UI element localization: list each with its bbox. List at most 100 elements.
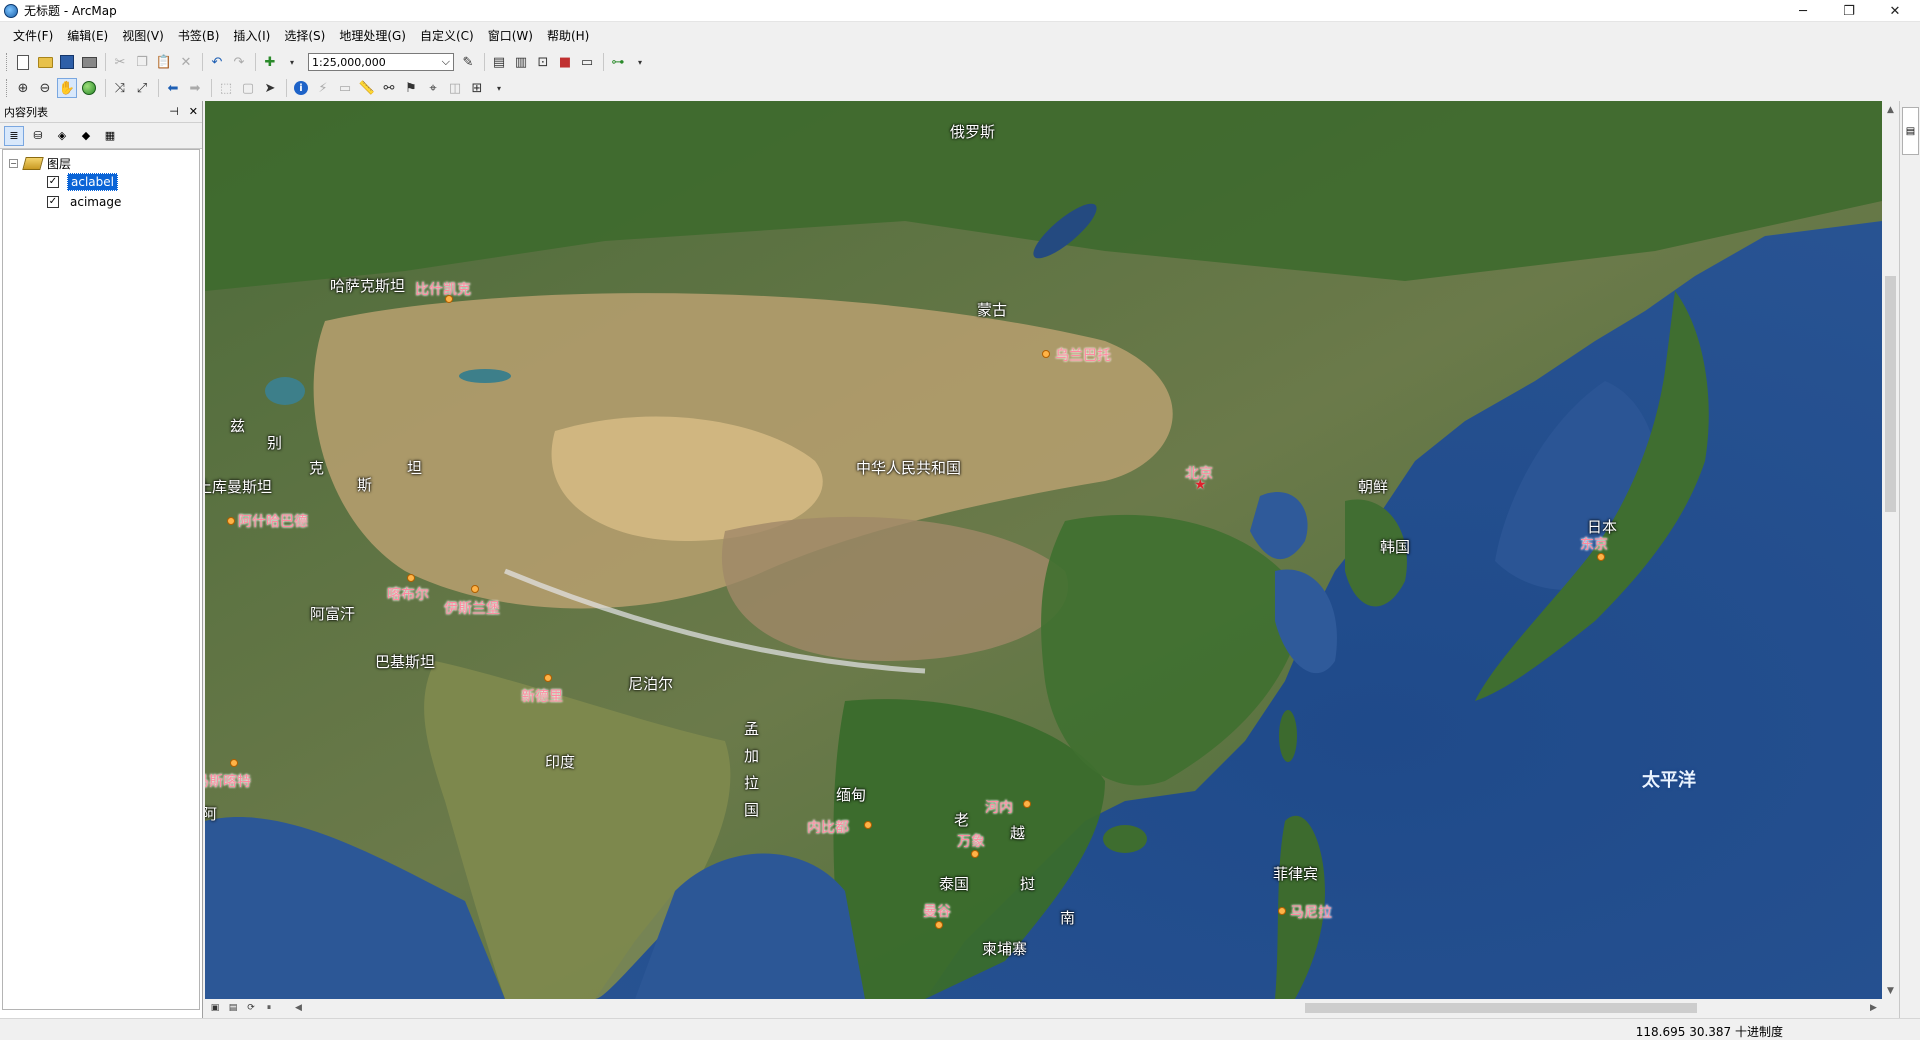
scroll-down-icon[interactable]: ▼ <box>1882 982 1899 999</box>
undo-button[interactable]: ↶ <box>207 52 227 72</box>
catalog-window-button[interactable]: ▥ <box>511 52 531 72</box>
search-window-button[interactable]: ⊡ <box>533 52 553 72</box>
list-by-source-tab[interactable]: ⛁ <box>28 126 48 146</box>
menu-edit[interactable]: 编辑(E) <box>60 25 115 47</box>
menu-help[interactable]: 帮助(H) <box>540 25 596 47</box>
catalog-dock-tab[interactable]: ▤ <box>1902 107 1919 155</box>
select-features-button[interactable]: ⬚ <box>216 78 236 98</box>
arctoolbox-button[interactable]: ■ <box>555 52 575 72</box>
toolbar-options-dropdown[interactable]: ▾ <box>630 52 650 72</box>
go-forward-button[interactable]: ➡ <box>185 78 205 98</box>
create-viewer-window-button[interactable]: ⊞ <box>467 78 487 98</box>
find-button[interactable]: ⚯ <box>379 78 399 98</box>
menu-selection[interactable]: 选择(S) <box>277 25 332 47</box>
print-button[interactable] <box>79 52 99 72</box>
vertical-scroll-thumb[interactable] <box>1885 276 1896 512</box>
menu-customize[interactable]: 自定义(C) <box>413 25 481 47</box>
city-marker-hanoi[interactable] <box>1023 800 1031 808</box>
menu-windows[interactable]: 窗口(W) <box>481 25 540 47</box>
open-button[interactable] <box>35 52 55 72</box>
go-back-button[interactable]: ⬅ <box>163 78 183 98</box>
city-marker-bangkok[interactable] <box>935 921 943 929</box>
new-document-button[interactable] <box>13 52 33 72</box>
select-elements-button[interactable]: ➤ <box>260 78 280 98</box>
map-display[interactable]: 俄罗斯 哈萨克斯坦 蒙古 中华人民共和国 朝鲜 韩国 日本 阿富汗 巴基斯坦 尼… <box>205 101 1882 999</box>
menu-view[interactable]: 视图(V) <box>115 25 171 47</box>
clear-selection-button[interactable]: ▢ <box>238 78 258 98</box>
layer-visibility-checkbox[interactable]: ✓ <box>47 196 59 208</box>
minimize-button[interactable]: ─ <box>1780 0 1826 22</box>
fixed-zoom-in-button[interactable]: ⤨ <box>110 78 130 98</box>
layer-name[interactable]: aclabel <box>67 173 118 191</box>
city-marker-kabul[interactable] <box>407 574 415 582</box>
close-button[interactable]: ✕ <box>1872 0 1918 22</box>
city-marker-muscat[interactable] <box>230 759 238 767</box>
toolbar-grip[interactable] <box>6 53 9 71</box>
city-marker-islamabad[interactable] <box>471 585 479 593</box>
city-marker-manila[interactable] <box>1278 907 1286 915</box>
zoom-in-button[interactable]: ⊕ <box>13 78 33 98</box>
layout-view-button[interactable]: ▤ <box>227 1002 239 1014</box>
chevron-down-icon[interactable]: ⌵ <box>442 55 450 69</box>
layer-row-acimage[interactable]: ✓ acimage <box>47 192 124 212</box>
toolbar-grip[interactable] <box>6 79 9 97</box>
scroll-left-icon[interactable]: ◀ <box>290 999 307 1016</box>
add-data-button[interactable]: ✚ <box>260 52 280 72</box>
maximize-button[interactable]: ❐ <box>1826 0 1872 22</box>
tree-root-layers[interactable]: − 图层 <box>9 153 71 173</box>
map-horizontal-scrollbar[interactable]: ◀ ▶ <box>290 999 1882 1016</box>
python-window-button[interactable]: ▭ <box>577 52 597 72</box>
time-slider-button[interactable]: ◫ <box>445 78 465 98</box>
city-marker-naypyidaw[interactable] <box>864 821 872 829</box>
html-popup-button[interactable]: ▭ <box>335 78 355 98</box>
pin-icon[interactable]: ⊣ <box>169 105 179 118</box>
cut-button[interactable]: ✂ <box>110 52 130 72</box>
delete-button[interactable]: ✕ <box>176 52 196 72</box>
map-vertical-scrollbar[interactable]: ▲ ▼ <box>1882 101 1899 999</box>
list-by-drawing-order-tab[interactable]: ≣ <box>4 125 24 146</box>
layer-name[interactable]: acimage <box>67 194 124 210</box>
add-data-dropdown[interactable]: ▾ <box>282 52 302 72</box>
refresh-button[interactable]: ⟳ <box>245 1002 257 1014</box>
scroll-right-icon[interactable]: ▶ <box>1865 999 1882 1016</box>
capital-star-icon[interactable]: ★ <box>1194 477 1207 493</box>
copy-button[interactable]: ❐ <box>132 52 152 72</box>
menu-insert[interactable]: 插入(I) <box>226 25 277 47</box>
collapse-icon[interactable]: − <box>9 158 18 168</box>
menu-bookmarks[interactable]: 书签(B) <box>171 25 227 47</box>
paste-button[interactable]: 📋 <box>154 52 174 72</box>
city-marker-bishkek[interactable] <box>445 295 453 303</box>
zoom-out-button[interactable]: ⊖ <box>35 78 55 98</box>
hyperlink-button[interactable]: ⚡ <box>313 78 333 98</box>
city-marker-vientiane[interactable] <box>971 850 979 858</box>
identify-button[interactable]: i <box>291 78 311 98</box>
city-marker-ulaanbaatar[interactable] <box>1042 350 1050 358</box>
editor-toolbar-button[interactable]: ✎ <box>458 52 478 72</box>
city-marker-tokyo[interactable] <box>1597 553 1605 561</box>
data-view-button[interactable]: ▣ <box>209 1002 221 1014</box>
modelbuilder-button[interactable]: ⊶ <box>608 52 628 72</box>
layer-visibility-checkbox[interactable]: ✓ <box>47 176 59 188</box>
city-marker-ashgabat[interactable] <box>227 517 235 525</box>
scroll-up-icon[interactable]: ▲ <box>1882 101 1899 118</box>
save-button[interactable] <box>57 52 77 72</box>
table-of-contents-button[interactable]: ▤ <box>489 52 509 72</box>
list-by-visibility-tab[interactable]: ◈ <box>52 126 72 146</box>
tools-options-dropdown[interactable]: ▾ <box>489 78 509 98</box>
city-marker-new-delhi[interactable] <box>544 674 552 682</box>
measure-button[interactable]: 📏 <box>357 78 377 98</box>
layer-row-aclabel[interactable]: ✓ aclabel <box>47 172 118 192</box>
list-by-selection-tab[interactable]: ◆ <box>76 126 96 146</box>
menu-file[interactable]: 文件(F) <box>6 25 60 47</box>
full-extent-button[interactable] <box>79 78 99 98</box>
map-scale-combobox[interactable]: 1:25,000,000 ⌵ <box>308 53 454 71</box>
pan-button[interactable]: ✋ <box>57 78 77 98</box>
redo-button[interactable]: ↷ <box>229 52 249 72</box>
find-route-button[interactable]: ⚑ <box>401 78 421 98</box>
horizontal-scroll-thumb[interactable] <box>1305 1003 1697 1013</box>
fixed-zoom-out-button[interactable]: ⤢ <box>132 78 152 98</box>
menu-geoprocessing[interactable]: 地理处理(G) <box>332 25 413 47</box>
toc-close-icon[interactable]: ✕ <box>189 105 198 118</box>
pause-drawing-button[interactable]: ⏸ <box>263 1002 275 1014</box>
go-to-xy-button[interactable]: ⌖ <box>423 78 443 98</box>
